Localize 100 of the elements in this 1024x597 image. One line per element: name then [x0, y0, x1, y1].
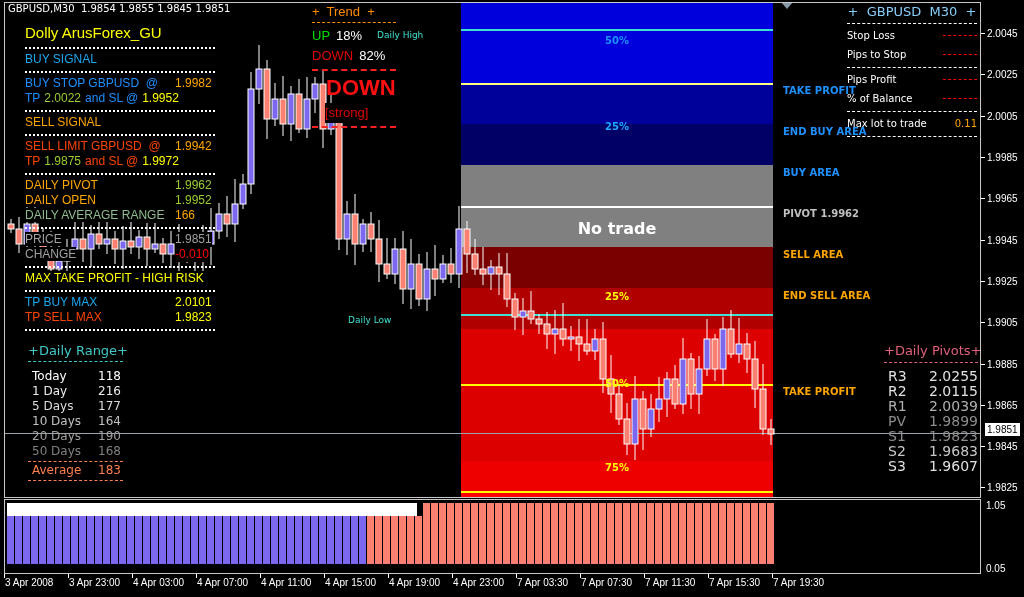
trend-signal: DOWN: [326, 74, 396, 102]
trend-percent: 18%: [336, 27, 363, 45]
empty-value-line: [943, 98, 977, 99]
axis-label: 4 Apr 23:00: [453, 576, 505, 590]
pivot-label: S3: [888, 459, 906, 474]
signal-text: PRICE: [25, 232, 62, 246]
axis-label: 7 Apr 15:30: [709, 576, 761, 590]
range-value: 118: [98, 369, 121, 384]
signal-text: BUY SIGNAL: [25, 52, 97, 66]
signal-text: 2.0022: [44, 91, 82, 105]
axis-label: 3 Apr 2008: [5, 576, 54, 590]
pivot-value: 1.9683: [929, 444, 978, 459]
field-label: % of Balance: [847, 93, 913, 104]
signal-text: MAX TAKE PROFIT - HIGH RISK: [25, 271, 204, 285]
axis-label: 1.9865: [987, 399, 1018, 411]
range-value: 183: [98, 463, 121, 478]
range-label: Average: [32, 463, 82, 478]
empty-value-line: [943, 35, 977, 36]
zone-label: BUY AREA: [783, 167, 840, 179]
signal-text: 1.9972: [142, 154, 179, 168]
chart-shift-icon[interactable]: [781, 3, 793, 9]
zone-label: END SELL AREA: [783, 290, 871, 302]
signal-text: SELL LIMIT GBPUSD @: [25, 139, 161, 153]
axis-label: 1.9825: [987, 482, 1018, 494]
pivot-label: R3: [888, 369, 907, 384]
axis-label: 7 Apr 11:30: [645, 576, 696, 590]
zone-title: No trade: [577, 219, 657, 238]
signal-text: CHANGE: [25, 247, 77, 261]
axis-label: 1.9965: [987, 193, 1018, 205]
zone-label: PIVOT 1.9962: [783, 208, 859, 220]
field-value: 0.11: [954, 118, 977, 129]
percent-label: 50%: [605, 35, 629, 47]
signal-value: 1.9952: [175, 193, 212, 208]
pivot-label: R1: [888, 399, 907, 414]
axis-label: 4 Apr 11:00: [261, 576, 312, 590]
signal-text: TP: [25, 154, 41, 168]
zone-label: SELL AREA: [783, 249, 844, 261]
axis-label: 4 Apr 03:00: [133, 576, 185, 590]
pivot-value: 1.9607: [929, 459, 978, 474]
axis-label: 2.0025: [987, 69, 1018, 81]
daily-low-label: Daily Low: [348, 315, 392, 325]
axis-label: 2.0005: [987, 110, 1018, 122]
range-value: 164: [98, 414, 121, 429]
axis-label: 1.9985: [987, 152, 1018, 164]
signal-text: and SL @: [85, 91, 139, 105]
signal-value: -0.010: [175, 247, 210, 262]
range-label: 10 Days: [32, 414, 82, 429]
axis-label: 3 Apr 23:00: [69, 576, 121, 590]
pivot-value: 2.0115: [929, 384, 978, 399]
panel-title: + GBPUSD M30 +: [847, 4, 977, 20]
daily-high-label: Daily High: [377, 30, 424, 40]
pivot-label: R2: [888, 384, 907, 399]
range-value: 168: [98, 444, 121, 459]
axis-label: 1.9885: [987, 358, 1018, 370]
zone-label: TAKE PROFIT: [783, 386, 856, 398]
signal-text: and SL @: [85, 154, 139, 168]
axis-label: 1.05: [986, 500, 1006, 511]
axis-label: 4 Apr 07:00: [197, 576, 249, 590]
pivot-value: 2.0039: [929, 399, 978, 414]
empty-value-line: [943, 79, 977, 80]
signal-text: TP: [25, 91, 41, 105]
empty-value-line: [943, 54, 977, 55]
pivot-value: 2.0255: [929, 369, 978, 384]
axis-label: 7 Apr 19:30: [773, 576, 825, 590]
axis-label: 1.9845: [987, 441, 1018, 453]
pivot-label: S2: [888, 444, 906, 459]
panel-title: +Daily Pivots+: [884, 343, 978, 359]
range-value: 216: [98, 384, 121, 399]
percent-label: 25%: [605, 291, 629, 303]
signal-text: DAILY AVERAGE RANGE: [25, 208, 165, 222]
trend-strength: [strong]: [325, 103, 369, 123]
axis-label: 1.9905: [987, 317, 1018, 329]
axis-label: 7 Apr 07:30: [581, 576, 633, 590]
pivot-value: 1.9899: [929, 414, 978, 429]
percent-label: 75%: [605, 462, 629, 474]
axis-label: 7 Apr 03:30: [517, 576, 569, 590]
range-label: 1 Day: [32, 384, 68, 399]
percent-label: 25%: [605, 121, 629, 133]
trend-label: UP: [312, 27, 331, 45]
pivot-label: PV: [888, 414, 907, 429]
chart-title: GBPUSD,M30 1.9854 1.9855 1.9845 1.9851: [8, 3, 231, 15]
range-value: 177: [98, 399, 121, 414]
axis-label: 1.9925: [987, 275, 1018, 287]
axis-label: 1.9945: [987, 234, 1018, 246]
signal-text: 1.9952: [142, 91, 179, 105]
axis-label: 4 Apr 15:00: [325, 576, 377, 590]
field-label: Pips to Stop: [847, 49, 907, 60]
signal-text: SELL SIGNAL: [25, 115, 102, 129]
current-price-label: 1.9851: [984, 422, 1021, 437]
trend-percent: 82%: [359, 47, 386, 65]
signal-text: DAILY OPEN: [25, 193, 96, 207]
signal-value: 1.9851: [175, 232, 212, 247]
panel-title: Dolly ArusForex_GU: [25, 23, 163, 43]
range-label: Today: [32, 369, 67, 384]
signal-text: TP BUY MAX: [25, 295, 98, 309]
signal-text: BUY STOP GBPUSD @: [25, 76, 158, 90]
axis-label: 4 Apr 19:00: [389, 576, 441, 590]
trend-label: DOWN: [312, 47, 354, 65]
panel-title: + Trend +: [312, 4, 376, 19]
field-label: Stop Loss: [847, 30, 895, 41]
